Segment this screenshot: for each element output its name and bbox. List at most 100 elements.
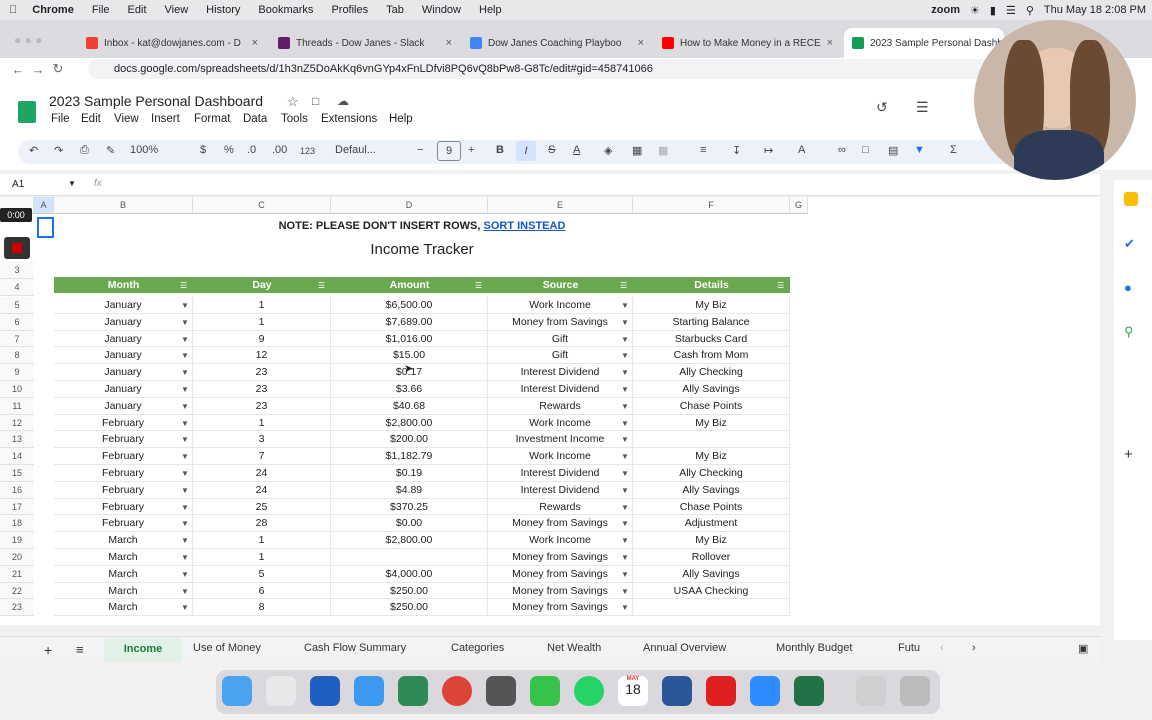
table-cell[interactable]: Interest Dividend	[488, 364, 633, 381]
sheet-tab-income[interactable]: Income	[104, 638, 182, 662]
sheet-tab-categories[interactable]: Categories	[451, 642, 504, 654]
table-cell[interactable]: Rollover	[633, 549, 790, 566]
table-cell[interactable]: Money from Savings	[488, 515, 633, 533]
table-cell[interactable]: Ally Checking	[633, 364, 790, 381]
table-cell[interactable]: 24	[193, 465, 331, 482]
table-cell[interactable]: 1	[193, 549, 331, 566]
dropdown-arrow-icon[interactable]: ▼	[621, 536, 629, 545]
table-cell[interactable]: 7	[193, 448, 331, 465]
row-header[interactable]: 12	[0, 414, 34, 432]
sort-instead-link[interactable]: SORT INSTEAD	[484, 220, 566, 232]
scroll-left-icon[interactable]: ‹	[940, 642, 944, 654]
menu-bookmarks[interactable]: Bookmarks	[258, 4, 313, 16]
dropdown-arrow-icon[interactable]: ▼	[181, 419, 189, 428]
row-header[interactable]: 15	[0, 465, 34, 482]
row-header[interactable]: 21	[0, 565, 34, 583]
fill-color-icon[interactable]: ◈	[604, 144, 612, 157]
table-cell[interactable]: Chase Points	[633, 397, 790, 415]
column-header-a[interactable]: A	[34, 197, 54, 214]
row-header[interactable]: 23	[0, 599, 34, 617]
table-cell[interactable]: Rewards	[488, 498, 633, 516]
table-cell[interactable]: January	[54, 347, 193, 365]
table-cell[interactable]: February	[54, 431, 193, 449]
sheet-tab-use-of-money[interactable]: Use of Money	[193, 642, 261, 654]
table-cell[interactable]: 3	[193, 431, 331, 449]
comment-icon[interactable]: ☰	[916, 99, 929, 116]
row-header[interactable]: 16	[0, 481, 34, 499]
table-cell[interactable]: February	[54, 498, 193, 516]
tab-slack[interactable]: Threads - Dow Janes - Slack ×	[270, 28, 460, 58]
add-sheet-icon[interactable]: +	[44, 642, 52, 658]
dropdown-arrow-icon[interactable]: ▼	[181, 368, 189, 377]
explore-icon[interactable]: ▣	[1078, 642, 1088, 655]
wifi-icon[interactable]: ☰	[1006, 4, 1016, 17]
table-cell[interactable]: $4,000.00	[331, 565, 488, 583]
table-cell[interactable]: Work Income	[488, 532, 633, 549]
trash-icon[interactable]	[900, 676, 930, 706]
table-cell[interactable]: Gift	[488, 330, 633, 348]
bold-button[interactable]: B	[496, 144, 504, 156]
table-cell[interactable]: 5	[193, 565, 331, 583]
table-cell[interactable]: 23	[193, 397, 331, 415]
row-header[interactable]: 8	[0, 347, 34, 365]
word-icon[interactable]	[662, 676, 692, 706]
print-icon[interactable]: ⎙	[80, 144, 89, 157]
close-icon[interactable]: ×	[827, 37, 833, 49]
table-cell[interactable]: Rewards	[488, 397, 633, 415]
cell-reference[interactable]: A1	[12, 179, 24, 190]
dropdown-arrow-icon[interactable]: ▼	[621, 553, 629, 562]
table-cell[interactable]: Money from Savings	[488, 549, 633, 566]
messages-icon[interactable]	[530, 676, 560, 706]
tab-sheets-active[interactable]: 2023 Sample Personal Dashb	[844, 28, 1004, 58]
sheets-logo-icon[interactable]	[18, 101, 36, 123]
dropdown-arrow-icon[interactable]: ▼	[621, 301, 629, 310]
chevron-down-icon[interactable]: ▼	[68, 179, 76, 188]
acrobat-icon[interactable]	[706, 676, 736, 706]
table-cell[interactable]: Ally Checking	[633, 465, 790, 482]
row-header[interactable]: 22	[0, 582, 34, 600]
tab-inbox[interactable]: Inbox - kat@dowjanes.com - D ×	[78, 28, 266, 58]
undo-icon[interactable]: ↶	[29, 144, 38, 157]
dropdown-arrow-icon[interactable]: ▼	[621, 519, 629, 528]
clock-datetime[interactable]: Thu May 18 2:08 PM	[1044, 4, 1146, 16]
dropdown-arrow-icon[interactable]: ▼	[621, 351, 629, 360]
table-cell[interactable]: 6	[193, 582, 331, 600]
column-header-d[interactable]: D	[331, 197, 488, 214]
document-title[interactable]: 2023 Sample Personal Dashboard	[49, 93, 263, 109]
scroll-right-icon[interactable]: ›	[972, 642, 976, 654]
cloud-icon[interactable]: ☁	[337, 94, 349, 108]
percent-button[interactable]: %	[224, 144, 234, 156]
table-cell[interactable]: Ally Savings	[633, 481, 790, 499]
dropdown-arrow-icon[interactable]: ▼	[621, 368, 629, 377]
url-input[interactable]: docs.google.com/spreadsheets/d/1h3nZ5DoA…	[88, 59, 1028, 79]
dropdown-arrow-icon[interactable]: ▼	[621, 452, 629, 461]
table-cell[interactable]: Chase Points	[633, 498, 790, 516]
excel-icon[interactable]	[794, 676, 824, 706]
sheet-tab-net-wealth[interactable]: Net Wealth	[547, 642, 601, 654]
tab-youtube[interactable]: How to Make Money in a RECE ×	[654, 28, 840, 58]
menu-file[interactable]: File	[92, 4, 110, 16]
table-cell[interactable]: Money from Savings	[488, 599, 633, 617]
currency-button[interactable]: $	[200, 144, 206, 156]
dropdown-arrow-icon[interactable]: ▼	[181, 587, 189, 596]
table-cell[interactable]: Interest Dividend	[488, 465, 633, 482]
menu-sheet-tools[interactable]: Tools	[281, 113, 308, 125]
table-cell[interactable]: 23	[193, 381, 331, 398]
borders-icon[interactable]: ▦	[632, 144, 642, 157]
tab-docs[interactable]: Dow Janes Coaching Playboo ×	[462, 28, 652, 58]
table-cell[interactable]: Interest Dividend	[488, 481, 633, 499]
table-cell[interactable]: Interest Dividend	[488, 381, 633, 398]
menu-history[interactable]: History	[206, 4, 240, 16]
row-header[interactable]: 5	[0, 297, 34, 314]
table-cell[interactable]: 23	[193, 364, 331, 381]
history-icon[interactable]: ↺	[876, 99, 888, 116]
calculator-icon[interactable]	[486, 676, 516, 706]
table-cell[interactable]: 1	[193, 532, 331, 549]
search-icon[interactable]: ⚲	[1026, 4, 1034, 17]
row-header[interactable]: 14	[0, 448, 34, 465]
chrome-icon[interactable]	[442, 676, 472, 706]
maps-icon[interactable]: ⚲	[1124, 324, 1134, 340]
table-cell[interactable]: March	[54, 565, 193, 583]
insert-comment-icon[interactable]: □	[862, 144, 869, 156]
dropdown-arrow-icon[interactable]: ▼	[181, 351, 189, 360]
